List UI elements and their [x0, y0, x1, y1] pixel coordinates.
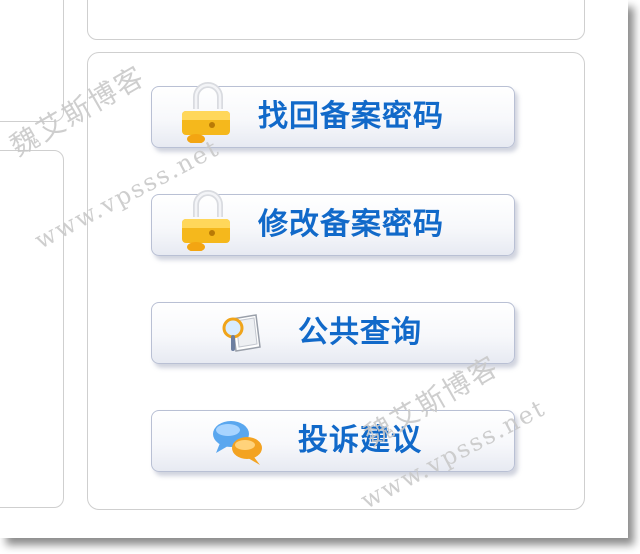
left-panel-top — [0, 0, 64, 122]
complaint-suggestion-button[interactable]: 投诉建议 — [151, 410, 515, 472]
change-password-label: 修改备案密码 — [258, 207, 444, 242]
public-query-label: 公共查询 — [298, 315, 422, 350]
lock-icon — [182, 79, 234, 147]
retrieve-password-label: 找回备案密码 — [258, 99, 444, 134]
left-panel-bottom — [0, 150, 64, 508]
magnifier-icon — [218, 311, 264, 361]
chat-bubbles-icon — [210, 417, 266, 471]
screenshot-frame: 找回备案密码 修改备案密码 公共查询 投诉建议 魏艾斯博客 www.vpsss.… — [0, 0, 628, 538]
top-panel — [87, 0, 585, 40]
retrieve-password-button[interactable]: 找回备案密码 — [151, 82, 515, 148]
change-password-button[interactable]: 修改备案密码 — [151, 190, 515, 256]
complaint-suggestion-label: 投诉建议 — [298, 423, 422, 458]
public-query-button[interactable]: 公共查询 — [151, 302, 515, 364]
lock-icon — [182, 187, 234, 255]
